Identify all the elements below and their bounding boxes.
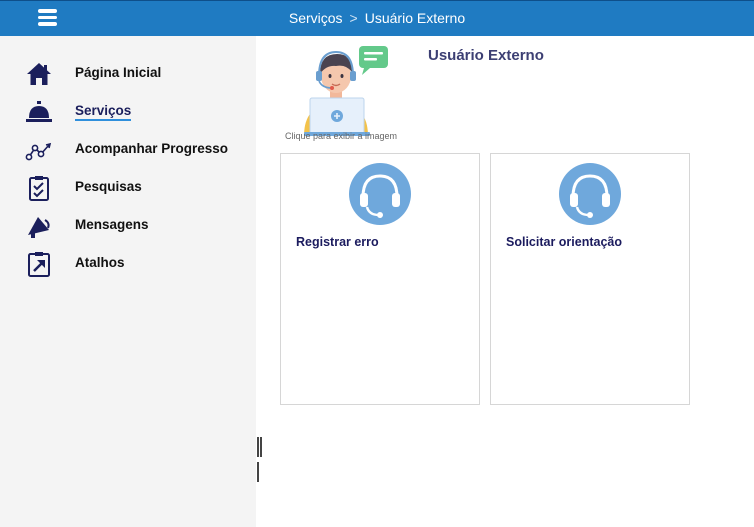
progress-graph-icon [25,142,52,161]
sidebar-item-pagina-inicial[interactable]: Página Inicial [0,56,256,90]
breadcrumb-item-current: Usuário Externo [364,10,466,26]
breadcrumb-item-servicos[interactable]: Serviços [289,10,343,26]
card-label: Registrar erro [296,235,379,249]
headset-icon [349,163,411,225]
sidebar-item-servicos[interactable]: Serviços [0,94,256,128]
headset-icon [559,163,621,225]
sidebar-item-label: Serviços [75,103,132,121]
service-card-registrar-erro[interactable]: Registrar erro [280,153,480,405]
sidebar: Página Inicial Serviços Acompanhar Progr… [0,36,256,527]
sidebar-item-label: Acompanhar Progresso [75,141,229,156]
sidebar-item-acompanhar-progresso[interactable]: Acompanhar Progresso [0,132,256,166]
shortcut-arrow-icon [28,252,50,277]
sidebar-item-label: Atalhos [75,255,125,270]
breadcrumb-separator: > [349,10,358,26]
hero-caption: Clique para exibir a imagem [285,131,398,141]
main-content: Clique para exibir a imagem Usuário Exte… [256,36,754,527]
sidebar-item-mensagens[interactable]: Mensagens [0,208,256,242]
sidebar-item-label: Página Inicial [75,65,162,80]
sidebar-item-pesquisas[interactable]: Pesquisas [0,170,256,204]
card-label: Solicitar orientação [506,235,623,249]
megaphone-icon [28,217,50,238]
sidebar-item-atalhos[interactable]: Atalhos [0,246,256,280]
clipboard-checklist-icon [29,176,49,201]
service-bell-icon [26,101,52,122]
breadcrumb: Serviços > Usuário Externo [0,10,754,26]
service-card-solicitar-orientacao[interactable]: Solicitar orientação [490,153,690,405]
sidebar-item-label: Mensagens [75,217,149,232]
sidebar-item-label: Pesquisas [75,179,142,194]
top-bar: Serviços > Usuário Externo [0,0,754,36]
home-icon [27,63,51,85]
page-title: Usuário Externo [428,47,544,64]
